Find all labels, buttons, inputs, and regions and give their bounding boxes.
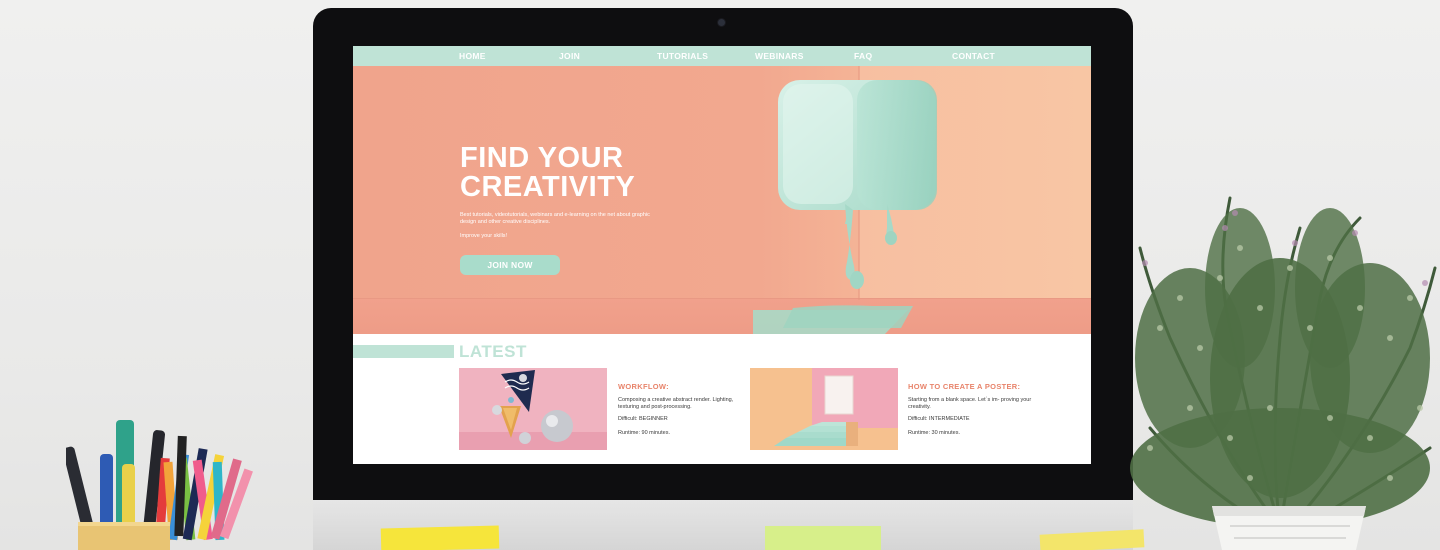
nav-join-link[interactable]: JOIN: [559, 51, 580, 61]
desk-scene: HOME JOIN TUTORIALS WEBINARS FAQ CONTACT: [0, 0, 1440, 550]
latest-accent-bar: [353, 345, 454, 358]
poster-card-description: Starting from a blank space. Let´s im- p…: [908, 397, 1032, 410]
latest-heading: LATEST: [459, 342, 527, 361]
workflow-card-description: Composing a creative abstract render. Li…: [618, 397, 734, 410]
workflow-card-title[interactable]: WORKFLOW:: [618, 382, 669, 391]
pencil-cup: [66, 420, 253, 550]
nav-webinars-link[interactable]: WEBINARS: [755, 51, 804, 61]
hero-title-line1: FIND YOUR: [460, 142, 624, 174]
nav-faq-link[interactable]: FAQ: [854, 51, 872, 61]
join-now-button[interactable]: JOIN NOW: [460, 255, 560, 275]
site-nav: HOME JOIN TUTORIALS WEBINARS FAQ CONTACT: [353, 46, 1091, 66]
hero-subtitle: Best tutorials, videotutorials, webinars…: [460, 212, 650, 225]
yellow-sticky-note: [380, 525, 500, 550]
heather-plant: [1130, 196, 1437, 550]
hero-title: FIND YOUR CREATIVITY: [460, 144, 690, 202]
hero-banner: FIND YOUR CREATIVITY Best tutorials, vid…: [353, 66, 1091, 334]
poster-thumbnail[interactable]: [750, 368, 898, 450]
melting-cube-illustration: [753, 80, 937, 334]
nav-contact-link[interactable]: CONTACT: [952, 51, 995, 61]
workflow-card-difficulty: Difficult: BEGINNER: [618, 416, 668, 422]
poster-card-runtime: Runtime: 30 minutes.: [908, 430, 960, 436]
camera-icon: [718, 19, 725, 26]
abstract-render-image: [459, 368, 607, 450]
poster-card-difficulty: Difficult: INTERMEDIATE: [908, 416, 970, 422]
hero-title-line2: CREATIVITY: [460, 171, 636, 203]
nav-tutorials-link[interactable]: TUTORIALS: [657, 51, 708, 61]
workflow-thumbnail[interactable]: [459, 368, 607, 450]
poster-card-title[interactable]: HOW TO CREATE A POSTER:: [908, 382, 1020, 391]
hero-tagline: Improve your skills!: [460, 233, 508, 239]
monitor-screen: HOME JOIN TUTORIALS WEBINARS FAQ CONTACT: [353, 46, 1091, 464]
nav-home-link[interactable]: HOME: [459, 51, 486, 61]
green-sticky-note: [765, 526, 881, 550]
workflow-card-runtime: Runtime: 90 minutes.: [618, 430, 670, 436]
poster-room-image: [750, 368, 898, 450]
